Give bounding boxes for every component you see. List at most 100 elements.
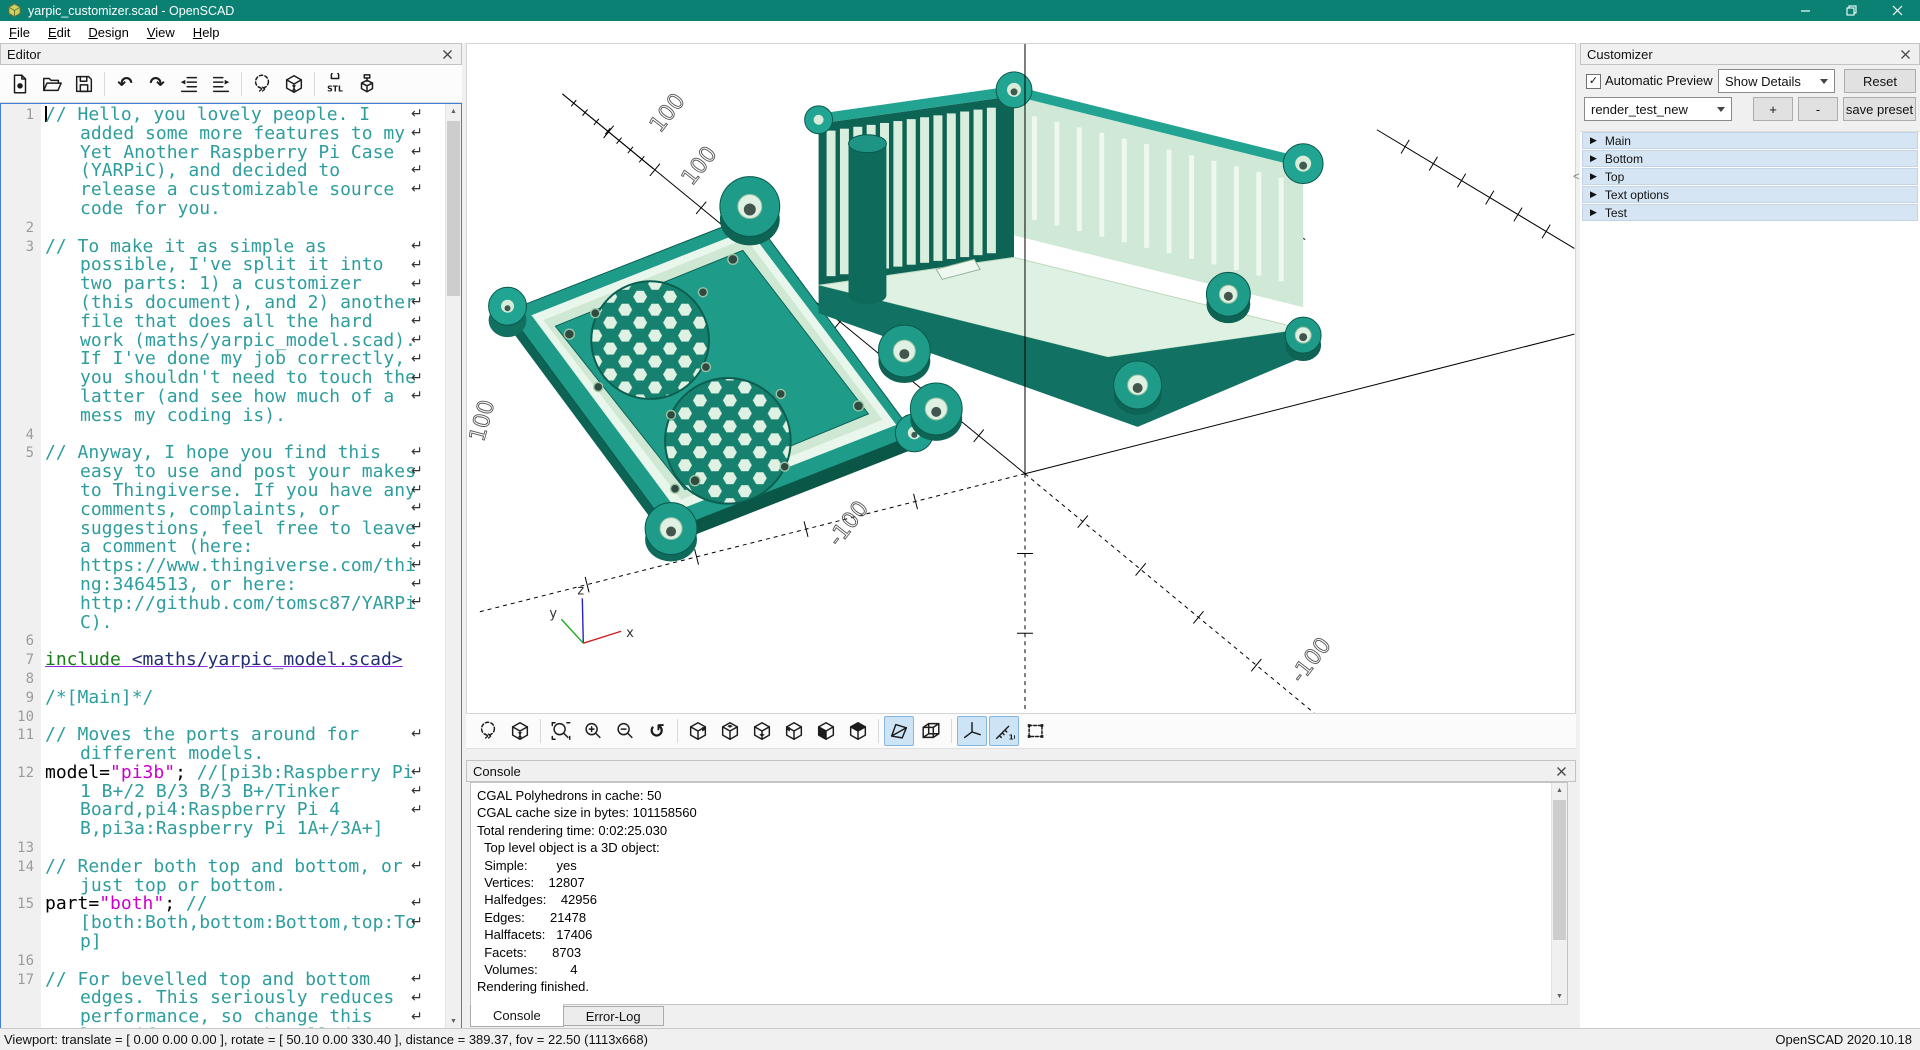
expand-arrow-icon: ▶	[1590, 207, 1597, 218]
menu-item-view[interactable]: View	[138, 23, 184, 42]
details-dropdown[interactable]: Show Details	[1718, 69, 1835, 93]
new-file-button[interactable]	[5, 69, 35, 99]
console-scrollbar[interactable]: ▲ ▼	[1551, 783, 1567, 1004]
close-button[interactable]	[1874, 0, 1920, 21]
wrap-indicator-icon: ↵	[411, 351, 423, 367]
wrap-indicator-icon: ↵	[411, 276, 423, 292]
code-editor[interactable]: 1// Hello, you lovely people. I added so…	[0, 103, 462, 1030]
console-close-icon[interactable]	[1553, 763, 1569, 779]
svg-text:»: »	[258, 82, 266, 95]
view-back-button[interactable]	[843, 716, 873, 746]
zoom-all-button[interactable]	[546, 716, 576, 746]
editor-scroll-thumb[interactable]	[447, 121, 460, 296]
code-text: model="pi3b"; //[pi3b:Raspberry Pi 1 B+/…	[45, 764, 416, 839]
menu-item-file[interactable]: File	[0, 23, 39, 42]
view-top-button[interactable]	[715, 716, 745, 746]
tab-error-log[interactable]: Error-Log	[564, 1006, 664, 1026]
console-panel-title: Console	[473, 764, 521, 779]
wrap-indicator-icon: ↵	[411, 313, 423, 329]
scroll-up-icon[interactable]: ▲	[446, 104, 461, 119]
scroll-down-icon[interactable]: ▼	[446, 1014, 461, 1029]
code-line[interactable]: 3// To make it as simple as possible, I'…	[1, 238, 461, 426]
show-axes-icon	[961, 720, 983, 742]
render-button[interactable]	[505, 716, 535, 746]
customizer-section-top[interactable]: ▶Top	[1582, 168, 1918, 185]
customizer-section-bottom[interactable]: ▶Bottom	[1582, 150, 1918, 167]
reset-view-button[interactable]: ↺	[642, 716, 672, 746]
wrap-indicator-icon: ↵	[411, 106, 423, 122]
wrap-indicator-icon: ↵	[411, 594, 423, 610]
viewport-3d[interactable]: 100 100 100 -100 -100 z y x	[466, 43, 1576, 714]
view-bottom-button[interactable]	[747, 716, 777, 746]
menu-item-edit[interactable]: Edit	[39, 23, 79, 42]
code-line[interactable]: 5// Anyway, I hope you find this easy to…	[1, 444, 461, 632]
zoom-in-button[interactable]	[578, 716, 608, 746]
save-preset-button[interactable]: save preset	[1843, 97, 1916, 121]
tab-console[interactable]: Console	[470, 1004, 564, 1027]
customizer-section-text-options[interactable]: ▶Text options	[1582, 186, 1918, 203]
wrap-indicator-icon: ↵	[411, 388, 423, 404]
preview-button[interactable]: »	[247, 69, 277, 99]
expand-arrow-icon: ▶	[1590, 135, 1597, 146]
customizer-section-main[interactable]: ▶Main	[1582, 132, 1918, 149]
wrap-indicator-icon: ↵	[411, 500, 423, 516]
title-bar[interactable]: yarpic_customizer.scad - OpenSCAD	[0, 0, 1920, 21]
undo-button[interactable]: ↶	[110, 69, 140, 99]
collapse-left-icon[interactable]: <	[1573, 171, 1579, 183]
save-icon	[73, 73, 95, 95]
wrap-indicator-icon: ↵	[411, 144, 423, 160]
menu-item-help[interactable]: Help	[184, 23, 229, 42]
customizer-section-test[interactable]: ▶Test	[1582, 204, 1918, 221]
expand-arrow-icon: ▶	[1590, 171, 1597, 182]
menu-item-design[interactable]: Design	[79, 23, 137, 42]
line-number: 10	[1, 708, 41, 727]
zoom-out-icon	[614, 720, 636, 742]
preview-icon: »	[251, 73, 273, 95]
indent-button[interactable]	[206, 69, 236, 99]
perspective-button[interactable]	[884, 716, 914, 746]
reset-button[interactable]: Reset	[1844, 69, 1916, 93]
send-to-printer-button[interactable]	[352, 69, 382, 99]
scroll-down-icon[interactable]: ▼	[1552, 989, 1567, 1004]
code-line[interactable]: 14// Render both top and bottom, or just…	[1, 858, 461, 896]
minimize-button[interactable]	[1782, 0, 1828, 21]
orthogonal-button[interactable]	[916, 716, 946, 746]
code-line[interactable]: 17// For bevelled top and bottom edges. …	[1, 971, 461, 1030]
editor-scrollbar[interactable]: ▲ ▼	[445, 104, 461, 1029]
add-preset-button[interactable]: +	[1753, 97, 1793, 121]
customizer-close-icon[interactable]	[1897, 46, 1913, 62]
automatic-preview-checkbox[interactable]: ✓	[1586, 74, 1601, 89]
toolbar-separator	[314, 72, 315, 96]
code-line[interactable]: 7include <maths/yarpic_model.scad>	[1, 651, 461, 670]
editor-close-icon[interactable]	[439, 46, 455, 62]
code-line[interactable]: 11// Moves the ports around for differen…	[1, 726, 461, 764]
open-button[interactable]	[37, 69, 67, 99]
render-button[interactable]	[279, 69, 309, 99]
wrap-indicator-icon: ↵	[411, 895, 423, 911]
restore-button[interactable]	[1828, 0, 1874, 21]
code-line[interactable]: 12model="pi3b"; //[pi3b:Raspberry Pi 1 B…	[1, 764, 461, 839]
console-scroll-thumb[interactable]	[1553, 800, 1566, 940]
tick-label: 100	[677, 142, 722, 190]
save-button[interactable]	[69, 69, 99, 99]
scroll-up-icon[interactable]: ▲	[1552, 783, 1567, 798]
export-stl-button[interactable]: STL	[320, 69, 350, 99]
view-front-button[interactable]	[811, 716, 841, 746]
code-line[interactable]: 15part="both"; // [both:Both,bottom:Bott…	[1, 895, 461, 951]
code-line[interactable]: 9/*[Main]*/	[1, 689, 461, 708]
view-left-button[interactable]	[779, 716, 809, 746]
remove-preset-button[interactable]: -	[1798, 97, 1838, 121]
preview-button[interactable]: »	[473, 716, 503, 746]
line-number: 9	[1, 689, 41, 708]
code-line[interactable]: 1// Hello, you lovely people. I added so…	[1, 106, 461, 219]
redo-button[interactable]: ↷	[142, 69, 172, 99]
zoom-out-button[interactable]	[610, 716, 640, 746]
show-axes-button[interactable]	[957, 716, 987, 746]
unindent-button[interactable]	[174, 69, 204, 99]
view-right-button[interactable]	[683, 716, 713, 746]
show-scale-button[interactable]: 10	[989, 716, 1019, 746]
show-edges-button[interactable]	[1021, 716, 1051, 746]
preset-dropdown[interactable]: render_test_new	[1584, 97, 1732, 121]
console-output[interactable]: CGAL Polyhedrons in cache: 50CGAL cache …	[470, 782, 1568, 1005]
wrap-indicator-icon: ↵	[411, 858, 423, 874]
